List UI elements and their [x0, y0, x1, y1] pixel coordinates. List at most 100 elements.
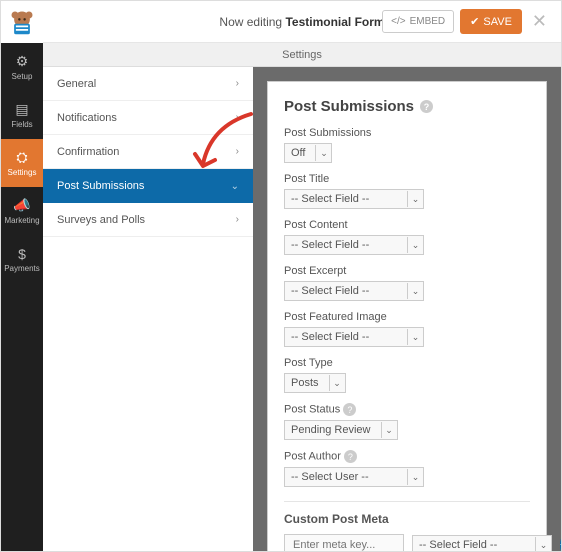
select-value: -- Select Field -- [291, 193, 369, 205]
meta-key-input[interactable] [284, 534, 404, 551]
select-value: Posts [291, 377, 319, 389]
menu-item-general[interactable]: General › [43, 67, 253, 101]
custom-meta-heading: Custom Post Meta [284, 512, 530, 526]
label-text: Post Status [284, 404, 340, 416]
field-post-excerpt: Post Excerpt -- Select Field -- ⌄ [284, 265, 530, 301]
chevron-down-icon: ⌄ [407, 191, 423, 207]
sliders-icon: ⛭ [16, 149, 27, 166]
post-type-select[interactable]: Posts ⌄ [284, 373, 346, 393]
gear-icon: ⚙ [16, 53, 29, 70]
select-value: Off [291, 147, 305, 159]
bullhorn-icon: 📣 [13, 197, 30, 214]
settings-label: Settings [282, 49, 322, 61]
form-name: Testimonial Form [285, 15, 384, 29]
help-icon[interactable]: ? [343, 403, 356, 416]
chevron-down-icon: ⌄ [407, 469, 423, 485]
menu-label: Confirmation [57, 146, 119, 158]
field-label: Post Author ? [284, 450, 530, 463]
tab-settings[interactable]: ⛭ Settings [1, 139, 43, 187]
dollar-icon: $ [18, 246, 26, 262]
code-icon: </> [391, 16, 405, 27]
tab-label: Marketing [4, 216, 39, 225]
field-post-submissions: Post Submissions Off ⌄ [284, 127, 530, 163]
post-author-select[interactable]: -- Select User -- ⌄ [284, 467, 424, 487]
menu-item-post-submissions[interactable]: Post Submissions ⌄ [43, 169, 253, 203]
tab-label: Setup [12, 72, 33, 81]
form-icon: ▤ [15, 101, 28, 118]
post-title-select[interactable]: -- Select Field -- ⌄ [284, 189, 424, 209]
select-value: -- Select Field -- [291, 285, 369, 297]
select-value: -- Select Field -- [419, 539, 497, 551]
embed-label: EMBED [410, 16, 446, 27]
tab-marketing[interactable]: 📣 Marketing [1, 187, 43, 235]
field-post-author: Post Author ? -- Select User -- ⌄ [284, 450, 530, 487]
chevron-down-icon: ⌄ [329, 375, 345, 391]
topbar: Now editing Testimonial Form </> EMBED ✔… [43, 1, 561, 43]
select-value: -- Select Field -- [291, 239, 369, 251]
help-icon[interactable]: ? [344, 450, 357, 463]
chevron-down-icon: ⌄ [231, 181, 239, 192]
check-icon: ✔ [470, 15, 479, 28]
post-featured-select[interactable]: -- Select Field -- ⌄ [284, 327, 424, 347]
divider [284, 501, 530, 502]
post-status-select[interactable]: Pending Review ⌄ [284, 420, 398, 440]
menu-label: Notifications [57, 112, 117, 124]
field-label: Post Title [284, 173, 530, 185]
field-post-featured-image: Post Featured Image -- Select Field -- ⌄ [284, 311, 530, 347]
tab-label: Settings [8, 168, 37, 177]
tab-label: Payments [4, 264, 40, 273]
chevron-down-icon: ⌄ [535, 537, 551, 551]
tab-payments[interactable]: $ Payments [1, 235, 43, 283]
save-label: SAVE [483, 16, 512, 28]
field-post-type: Post Type Posts ⌄ [284, 357, 530, 393]
chevron-right-icon: › [236, 214, 239, 225]
settings-menu: General › Notifications › Confirmation ›… [43, 67, 253, 551]
embed-button[interactable]: </> EMBED [382, 10, 454, 33]
field-label: Post Excerpt [284, 265, 530, 277]
plus-icon: + [560, 539, 561, 551]
tab-setup[interactable]: ⚙ Setup [1, 43, 43, 91]
post-submissions-panel: Post Submissions ? Post Submissions Off … [267, 81, 547, 551]
editing-prefix: Now editing [219, 15, 285, 29]
chevron-down-icon: ⌄ [315, 145, 331, 161]
tab-label: Fields [11, 120, 32, 129]
field-post-content: Post Content -- Select Field -- ⌄ [284, 219, 530, 255]
chevron-right-icon: › [236, 146, 239, 157]
field-label: Post Status ? [284, 403, 530, 416]
select-value: Pending Review [291, 424, 371, 436]
close-icon[interactable]: ✕ [528, 11, 551, 32]
field-post-status: Post Status ? Pending Review ⌄ [284, 403, 530, 440]
menu-item-surveys-polls[interactable]: Surveys and Polls › [43, 203, 253, 237]
left-iconbar: ⚙ Setup ▤ Fields ⛭ Settings 📣 Marketing … [1, 1, 43, 551]
chevron-down-icon: ⌄ [407, 237, 423, 253]
chevron-down-icon: ⌄ [381, 422, 397, 438]
menu-item-confirmation[interactable]: Confirmation › [43, 135, 253, 169]
wpforms-logo [1, 1, 43, 43]
save-button[interactable]: ✔ SAVE [460, 9, 522, 34]
chevron-right-icon: › [236, 78, 239, 89]
field-label: Post Submissions [284, 127, 530, 139]
select-value: -- Select User -- [291, 471, 369, 483]
field-label: Post Featured Image [284, 311, 530, 323]
add-meta-button[interactable]: + [560, 537, 561, 551]
panel-title: Post Submissions ? [284, 98, 530, 115]
help-icon[interactable]: ? [420, 100, 433, 113]
menu-item-notifications[interactable]: Notifications › [43, 101, 253, 135]
menu-label: Post Submissions [57, 180, 144, 192]
chevron-right-icon: › [236, 112, 239, 123]
select-value: -- Select Field -- [291, 331, 369, 343]
field-post-title: Post Title -- Select Field -- ⌄ [284, 173, 530, 209]
post-submissions-select[interactable]: Off ⌄ [284, 143, 332, 163]
post-content-select[interactable]: -- Select Field -- ⌄ [284, 235, 424, 255]
post-excerpt-select[interactable]: -- Select Field -- ⌄ [284, 281, 424, 301]
panel-title-text: Post Submissions [284, 98, 414, 115]
chevron-down-icon: ⌄ [407, 329, 423, 345]
meta-field-select[interactable]: -- Select Field -- ⌄ [412, 535, 552, 551]
tab-fields[interactable]: ▤ Fields [1, 91, 43, 139]
menu-label: General [57, 78, 96, 90]
menu-label: Surveys and Polls [57, 214, 145, 226]
field-label: Post Content [284, 219, 530, 231]
page-title: Now editing Testimonial Form [219, 15, 384, 29]
custom-meta-row: -- Select Field -- ⌄ + [284, 534, 530, 551]
label-text: Post Author [284, 451, 341, 463]
